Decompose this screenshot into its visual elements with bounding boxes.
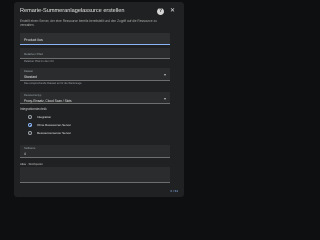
relative-path-field[interactable]: Relativer Pfad (20, 48, 170, 59)
radio-label: Ohne Ressourcen-Server (37, 123, 72, 128)
alias-field[interactable] (20, 167, 170, 183)
dialog-titlebar: Remarie-Summeranlagelassurce erstellen ?… (20, 8, 178, 18)
radio-button[interactable] (28, 131, 32, 135)
radio-button[interactable] (28, 123, 32, 127)
radio-button[interactable] (28, 115, 32, 119)
chevron-down-icon: ▾ (163, 96, 166, 101)
dataset-select[interactable]: Dataset Standard ▾ (20, 68, 170, 81)
radio-label: Ressourcenserver Server (37, 131, 72, 136)
number-value: 4 (24, 152, 26, 156)
dialog-title: Remarie-Summeranlagelassurce erstellen (20, 8, 125, 14)
dataset-value: Standard (24, 75, 37, 79)
help-icon[interactable]: ? (157, 8, 164, 15)
name-field-value: Product ilus (24, 38, 43, 42)
radio-label: Integration (37, 115, 52, 120)
resource-type-value: Proxy-Einsatz, Cloud Scan / Slots (24, 99, 72, 103)
relative-path-placeholder: Relativer Pfad (24, 52, 43, 56)
relative-path-hint: Relativer Pfad zu dem Ort (24, 60, 54, 63)
char-counter: 0 / 64 (170, 189, 178, 193)
visibility-heading: Integrationstechnik (20, 107, 47, 111)
number-label: Stellwerte (24, 147, 36, 150)
close-icon[interactable]: ✕ (169, 8, 176, 15)
alias-label: Alias · Strichpunkt (20, 162, 43, 166)
dataset-hint: Das entsprechende Dataset an für die Wer… (24, 82, 83, 85)
chevron-down-icon: ▾ (163, 72, 166, 77)
name-field[interactable]: Product ilus (20, 33, 170, 45)
resource-type-label: Ressourcentyp (24, 94, 42, 97)
dataset-label: Dataset (24, 70, 33, 73)
create-resource-dialog: Remarie-Summeranlagelassurce erstellen ?… (14, 2, 184, 197)
resource-type-select[interactable]: Ressourcentyp Proxy-Einsatz, Cloud Scan … (20, 92, 170, 104)
number-field[interactable]: Stellwerte 4 (20, 145, 170, 158)
dialog-description: Erstellt einen Server, der eine Ressourc… (20, 19, 157, 28)
